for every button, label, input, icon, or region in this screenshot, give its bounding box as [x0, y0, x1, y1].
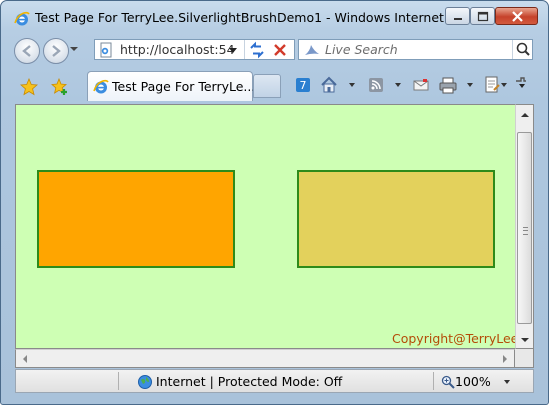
feeds-dropdown-icon[interactable] — [395, 83, 401, 87]
scroll-down-icon[interactable] — [521, 338, 529, 342]
new-tab-button[interactable] — [253, 74, 281, 98]
rss-icon[interactable] — [367, 75, 385, 95]
printer-icon[interactable] — [438, 75, 458, 95]
page-dropdown-icon[interactable] — [501, 83, 507, 87]
forward-button[interactable] — [43, 38, 69, 64]
magnifier-icon — [441, 375, 455, 389]
quick-tabs-icon[interactable]: 7 — [294, 75, 312, 95]
window-title: Test Page For TerryLee.SilverlightBrushD… — [35, 10, 476, 25]
magnifier-icon — [516, 42, 530, 56]
scroll-corner — [515, 349, 534, 368]
title-bar: Test Page For TerryLee.SilverlightBrushD… — [1, 1, 548, 35]
address-input[interactable]: http://localhost:54 — [120, 42, 235, 57]
refresh-icon[interactable] — [247, 41, 267, 59]
search-button[interactable] — [512, 40, 534, 59]
print-dropdown-icon[interactable] — [467, 83, 473, 87]
page-content: Copyright@TerryLee — [15, 104, 519, 349]
scroll-left-icon[interactable] — [23, 355, 27, 363]
maximize-icon — [477, 11, 489, 22]
tab-bar: Test Page For TerryLe... 7 — [1, 65, 548, 103]
ie-icon — [93, 79, 109, 94]
gold-rectangle — [297, 170, 495, 268]
scroll-up-icon[interactable] — [521, 113, 529, 117]
grip-icon — [523, 227, 528, 235]
search-input[interactable]: Live Search — [325, 42, 398, 57]
address-divider — [244, 40, 245, 59]
status-bar: Internet | Protected Mode: Off 100% — [15, 369, 534, 393]
globe-icon — [138, 375, 152, 389]
home-icon[interactable] — [319, 75, 339, 95]
close-icon — [512, 11, 523, 22]
minimize-button[interactable] — [445, 7, 470, 25]
stop-icon[interactable] — [271, 42, 289, 58]
browser-window: Test Page For TerryLee.SilverlightBrushD… — [0, 0, 549, 405]
mail-icon[interactable] — [412, 75, 430, 95]
ie-icon — [14, 11, 30, 26]
security-zone-text[interactable]: Internet | Protected Mode: Off — [156, 374, 342, 389]
home-dropdown-icon[interactable] — [349, 83, 355, 87]
page-icon — [100, 42, 112, 58]
vertical-scrollbar[interactable] — [515, 104, 534, 349]
zoom-level[interactable]: 100% — [455, 374, 491, 389]
star-icon[interactable] — [20, 78, 38, 96]
svg-text:7: 7 — [300, 79, 307, 92]
orange-rectangle — [37, 170, 235, 268]
maximize-button[interactable] — [470, 7, 495, 25]
forward-arrow-icon — [52, 45, 61, 57]
close-button[interactable] — [495, 7, 538, 25]
navigation-bar: http://localhost:54 Live Search — [1, 35, 548, 65]
zoom-dropdown-icon[interactable] — [504, 380, 510, 384]
tab-label: Test Page For TerryLe... — [112, 79, 256, 94]
search-box[interactable]: Live Search — [298, 39, 533, 60]
horizontal-scrollbar[interactable] — [15, 349, 515, 368]
status-divider — [118, 372, 119, 390]
scroll-thumb[interactable] — [517, 132, 532, 324]
copyright-text: Copyright@TerryLee — [392, 331, 519, 346]
minimize-icon — [454, 18, 462, 20]
back-arrow-icon — [22, 45, 31, 57]
address-dropdown-icon[interactable] — [229, 48, 237, 53]
page-menu-icon[interactable] — [482, 75, 502, 95]
recent-pages-dropdown[interactable] — [70, 47, 78, 51]
tools-icon[interactable] — [511, 75, 531, 95]
status-divider — [433, 372, 434, 390]
back-button[interactable] — [14, 38, 40, 64]
live-search-icon — [305, 45, 319, 55]
add-favorite-icon[interactable] — [51, 78, 69, 96]
address-bar[interactable]: http://localhost:54 — [94, 39, 295, 60]
scroll-right-icon[interactable] — [503, 355, 507, 363]
tab-active[interactable]: Test Page For TerryLe... — [87, 71, 256, 101]
